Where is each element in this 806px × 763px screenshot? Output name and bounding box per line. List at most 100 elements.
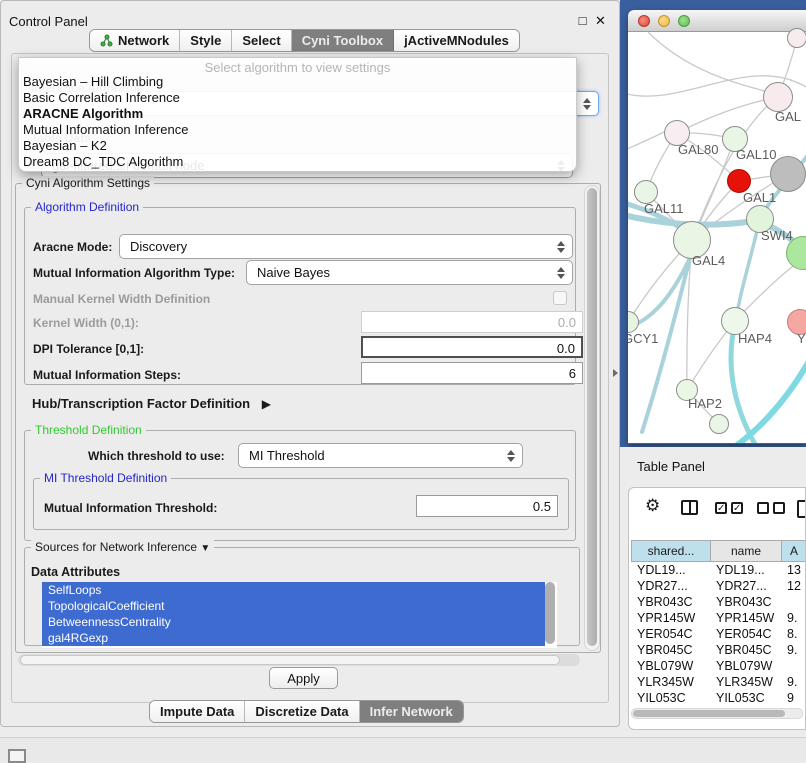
mi-threshold-label: Mutual Information Threshold: — [44, 501, 217, 515]
table-panel-title: Table Panel — [637, 459, 705, 474]
column-header-name[interactable]: name — [710, 540, 782, 562]
network-node[interactable] — [787, 28, 806, 48]
table-cell: YBL079W — [710, 658, 781, 674]
mi-threshold-field[interactable]: 0.5 — [416, 495, 558, 517]
table-hscrollbar-track[interactable] — [631, 708, 803, 719]
splitter-arrow-icon[interactable] — [613, 369, 618, 377]
table-row[interactable]: YIL053CYIL053C9 — [631, 690, 806, 706]
node-label: HAP2 — [688, 396, 722, 411]
column-header-clipped[interactable]: A — [781, 540, 806, 562]
mi-steps-field[interactable]: 6 — [361, 362, 583, 384]
settings-scrollbar[interactable] — [584, 185, 600, 651]
table-row[interactable]: YER054CYER054C8. — [631, 626, 806, 642]
column-visibility-icon[interactable] — [681, 500, 698, 515]
tab-cyni-toolbox[interactable]: Cyni Toolbox — [292, 30, 394, 51]
table-cell: 8. — [781, 626, 806, 642]
algorithm-option[interactable]: Bayesian – K2 — [19, 138, 576, 154]
select-all-check-icon[interactable]: ✓ — [731, 502, 743, 514]
horizontal-scrollbar-thumb[interactable] — [20, 655, 560, 665]
kernel-width-label: Kernel Width (0,1): — [33, 316, 139, 330]
tab-infer-network[interactable]: Infer Network — [360, 701, 463, 722]
expand-right-icon: ▶ — [262, 397, 271, 411]
table-panel-area: Table Panel ⚙ ✓ ✓ shared... name A YDL19… — [620, 447, 806, 737]
algorithm-definition-group: Algorithm Definition Aracne Mode: Discov… — [24, 207, 576, 385]
table-cell: YBR043C — [631, 594, 710, 610]
horizontal-scrollbar-track[interactable] — [18, 654, 580, 666]
mac-zoom-icon[interactable] — [678, 15, 690, 27]
hub-factor-expander[interactable]: Hub/Transcription Factor Definition ▶ — [32, 396, 271, 411]
network-tab-icon — [100, 34, 113, 47]
mi-algorithm-type-label: Mutual Information Algorithm Type: — [33, 266, 235, 280]
table-panel: ⚙ ✓ ✓ shared... name A YDL19...YDL19...1… — [628, 487, 806, 730]
table-settings-gear-icon[interactable]: ⚙ — [645, 496, 660, 516]
data-attribute-item[interactable]: TopologicalCoefficient — [42, 598, 545, 614]
table-hscrollbar-thumb[interactable] — [633, 710, 785, 717]
deselect-all-icon[interactable] — [757, 502, 769, 514]
network-node-gal[interactable] — [763, 82, 793, 112]
settings-group-title: Cyni Algorithm Settings — [22, 176, 154, 190]
table-cell: YDL19... — [710, 562, 781, 578]
apply-button[interactable]: Apply — [269, 667, 338, 689]
table-row[interactable]: YLR345WYLR345W9. — [631, 674, 806, 690]
table-cell: YDR27... — [631, 578, 710, 594]
data-attribute-item[interactable]: SelfLoops — [42, 582, 545, 598]
algorithm-definition-title: Algorithm Definition — [31, 200, 143, 214]
table-row[interactable]: YBR045CYBR045C9. — [631, 642, 806, 658]
algorithm-option[interactable]: Dream8 DC_TDC Algorithm — [19, 154, 576, 170]
tab-discretize-data[interactable]: Discretize Data — [245, 701, 359, 722]
table-row[interactable]: YPR145WYPR145W9. — [631, 610, 806, 626]
minimized-panel-icon[interactable] — [8, 749, 26, 763]
manual-kernel-width-label: Manual Kernel Width Definition — [33, 292, 210, 306]
aracne-mode-label: Aracne Mode: — [33, 240, 112, 254]
table-row[interactable]: YBL079WYBL079W — [631, 658, 806, 674]
settings-scrollbar-thumb[interactable] — [587, 188, 597, 646]
deselect-all-icon[interactable] — [773, 502, 785, 514]
sources-group-title[interactable]: Sources for Network Inference ▼ — [31, 540, 214, 554]
table-cell: YIL053C — [710, 690, 781, 706]
tab-style[interactable]: Style — [180, 30, 232, 51]
manual-kernel-width-checkbox[interactable] — [553, 291, 567, 305]
data-attribute-item[interactable]: gal4RGexp — [42, 630, 545, 646]
kernel-width-field[interactable]: 0.0 — [361, 311, 583, 333]
select-all-check-icon[interactable]: ✓ — [715, 502, 727, 514]
node-label: HAP4 — [738, 331, 772, 346]
algorithm-dropdown-popup: Select algorithm to view settings Bayesi… — [18, 57, 577, 172]
mac-minimize-icon[interactable] — [658, 15, 670, 27]
dpi-tolerance-field[interactable]: 0.0 — [361, 336, 583, 358]
window-title: Control Panel — [9, 14, 88, 29]
table-cell: YLR345W — [631, 674, 710, 690]
close-icon[interactable]: ✕ — [594, 14, 607, 27]
mac-close-icon[interactable] — [638, 15, 650, 27]
tab-impute-data[interactable]: Impute Data — [150, 701, 245, 722]
network-canvas[interactable]: GALGAL80GAL10GAL1GAL11SWI4GAL4GCY1HAP4YH… — [628, 32, 806, 443]
data-attributes-list[interactable]: SelfLoopsTopologicalCoefficientBetweenne… — [42, 582, 557, 648]
table-row[interactable]: YDL19...YDL19...13 — [631, 562, 806, 578]
algorithm-option[interactable]: ARACNE Algorithm — [19, 106, 576, 122]
algorithm-option[interactable]: Bayesian – Hill Climbing — [19, 74, 576, 90]
mi-algorithm-type-combo[interactable]: Naive Bayes — [246, 260, 573, 285]
table-cell: 9. — [781, 674, 806, 690]
which-threshold-label: Which threshold to use: — [88, 449, 225, 463]
network-node[interactable] — [709, 414, 729, 434]
algorithm-option[interactable]: Basic Correlation Inference — [19, 90, 576, 106]
maximize-icon[interactable]: □ — [576, 14, 589, 27]
cyni-algorithm-settings-group: Cyni Algorithm Settings Algorithm Defini… — [15, 183, 601, 653]
export-table-icon[interactable] — [797, 500, 806, 518]
which-threshold-combo[interactable]: MI Threshold — [238, 443, 523, 468]
column-header-shared-name[interactable]: shared... — [631, 540, 711, 562]
network-window-titlebar[interactable] — [628, 10, 806, 32]
algorithm-option[interactable]: Mutual Information Inference — [19, 122, 576, 138]
table-row[interactable]: YDR27...YDR27...12 — [631, 578, 806, 594]
node-label: GCY1 — [628, 331, 658, 346]
tab-select[interactable]: Select — [232, 30, 291, 51]
attributes-list-scrollbar[interactable] — [545, 582, 555, 644]
table-row[interactable]: YBR043CYBR043C — [631, 594, 806, 610]
network-node[interactable] — [770, 156, 806, 192]
table-cell: 9 — [781, 690, 806, 706]
aracne-mode-combo[interactable]: Discovery — [119, 234, 573, 259]
tab-network[interactable]: Network — [90, 30, 180, 51]
table-cell — [781, 658, 806, 674]
data-attribute-item[interactable]: BetweennessCentrality — [42, 614, 545, 630]
table-cell: 9. — [781, 642, 806, 658]
tab-jactivemnodules[interactable]: jActiveMNodules — [394, 30, 519, 51]
